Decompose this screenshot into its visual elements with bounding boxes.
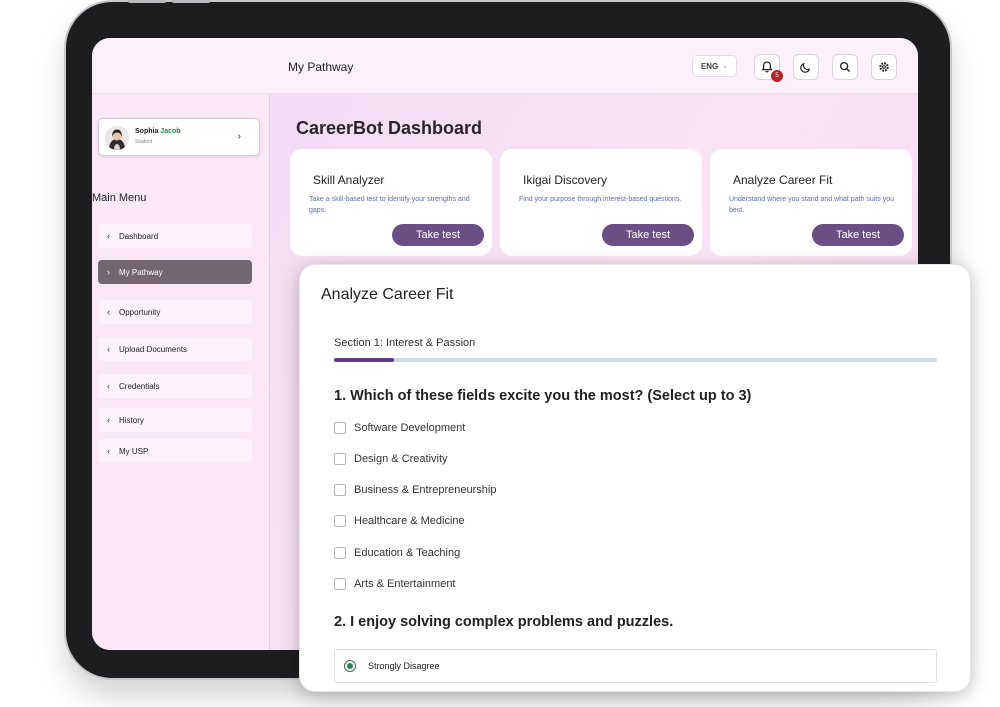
checkbox[interactable] [334,515,346,527]
menu-title: Main Menu [92,192,147,204]
option-label: Education & Teaching [354,547,461,559]
profile-last-name: Jacob [160,128,181,135]
language-select[interactable]: ENG ⌄ [692,55,737,77]
sidebar-item-label: My USP [119,446,149,456]
section-label: Section 1: Interest & Passion [334,337,476,349]
sidebar-item-label: Credentials [119,381,160,391]
sidebar-item-label: Opportunity [119,307,161,317]
language-value: ENG [700,61,719,71]
card-title: Ikigai Discovery [523,173,608,187]
skill-analyzer-card: Skill Analyzer Take a skill-based test t… [290,149,492,256]
option-education-teaching[interactable]: Education & Teaching [334,547,460,559]
tablet-volume-button [172,0,210,3]
sidebar: Sophia Jacob Student › Main Menu ‹ Dashb… [92,94,270,650]
checkbox[interactable] [334,484,346,496]
option-label: Software Development [354,422,466,434]
chevron-left-icon: ‹ [107,415,110,425]
avatar-portrait [105,126,129,150]
sidebar-item-my-pathway[interactable]: › My Pathway [98,260,252,284]
gear-icon [879,62,889,72]
progress-fill [334,358,395,362]
chevron-left-icon: ‹ [107,344,110,354]
option-healthcare-medicine[interactable]: Healthcare & Medicine [334,515,465,527]
ikigai-discovery-card: Ikigai Discovery Find your purpose throu… [500,149,702,256]
take-test-button[interactable]: Take test [812,224,904,246]
card-title: Analyze Career Fit [733,173,833,187]
checkbox[interactable] [334,578,346,590]
chevron-right-icon: › [237,131,241,142]
career-fit-panel: Analyze Career Fit Section 1: Interest &… [299,264,971,692]
analyze-career-fit-card: Analyze Career Fit Understand where you … [710,149,912,256]
settings-button[interactable] [871,54,897,80]
card-description: Understand where you stand and what path… [729,196,894,214]
notification-badge: 5 [771,70,783,82]
career-fit-title: Analyze Career Fit [321,286,454,303]
option-label: Arts & Entertainment [354,578,456,590]
answer-label: Strongly Disagree [368,661,440,671]
chevron-left-icon: ‹ [107,446,110,456]
take-test-button[interactable]: Take test [602,224,694,246]
progress-bar [334,358,937,362]
checkbox[interactable] [334,453,346,465]
sidebar-item-label: History [119,415,144,425]
stage: My Pathway ENG ⌄ 5 Sophia Jacob Student … [0,0,1000,707]
take-test-button[interactable]: Take test [392,224,484,246]
option-software-development[interactable]: Software Development [334,422,465,434]
chevron-left-icon: ‹ [107,381,110,391]
option-label: Business & Entrepreneurship [354,484,497,496]
sidebar-item-upload-documents[interactable]: ‹ Upload Documents [98,337,252,361]
chevron-down-icon: ⌄ [722,63,729,70]
card-description: Find your purpose through interest-based… [519,196,682,203]
profile-name: Sophia Jacob [135,128,181,135]
option-label: Design & Creativity [354,453,448,465]
sidebar-item-label: My Pathway [119,267,163,277]
card-description: Take a skill-based test to identify your… [309,196,470,214]
checkbox[interactable] [334,547,346,559]
chevron-left-icon: ‹ [107,231,110,241]
search-icon [839,61,851,73]
radio-button[interactable] [344,660,356,672]
avatar [105,126,129,150]
card-title: Skill Analyzer [313,173,385,187]
sidebar-item-credentials[interactable]: ‹ Credentials [98,374,252,398]
option-design-creativity[interactable]: Design & Creativity [334,453,448,465]
question-1: 1. Which of these fields excite you the … [334,388,752,404]
profile-card[interactable]: Sophia Jacob Student › [98,118,260,156]
profile-first-name: Sophia [135,128,159,135]
profile-role: Student [135,139,153,145]
dark-mode-button[interactable] [793,54,819,80]
page-title: My Pathway [288,60,354,74]
sidebar-item-dashboard[interactable]: ‹ Dashboard [98,224,252,248]
sidebar-item-label: Dashboard [119,231,159,241]
chevron-left-icon: ‹ [107,307,110,317]
top-bar: My Pathway ENG ⌄ 5 [92,38,918,94]
option-arts-entertainment[interactable]: Arts & Entertainment [334,578,456,590]
question-2: 2. I enjoy solving complex problems and … [334,614,674,630]
checkbox[interactable] [334,422,346,434]
sidebar-item-opportunity[interactable]: ‹ Opportunity [98,300,252,324]
option-label: Healthcare & Medicine [354,515,465,527]
sidebar-item-history[interactable]: ‹ History [98,408,252,432]
dashboard-title: CareerBot Dashboard [296,118,483,138]
moon-icon [800,62,811,73]
search-button[interactable] [832,54,858,80]
tablet-volume-button [128,0,166,3]
notification-button[interactable]: 5 [754,54,783,82]
answer-option-strongly-disagree[interactable]: Strongly Disagree [334,649,937,683]
chevron-right-icon: › [107,267,110,277]
sidebar-item-my-usp[interactable]: ‹ My USP [98,439,252,463]
sidebar-item-label: Upload Documents [119,344,188,354]
option-business-entrepreneurship[interactable]: Business & Entrepreneurship [334,484,496,496]
